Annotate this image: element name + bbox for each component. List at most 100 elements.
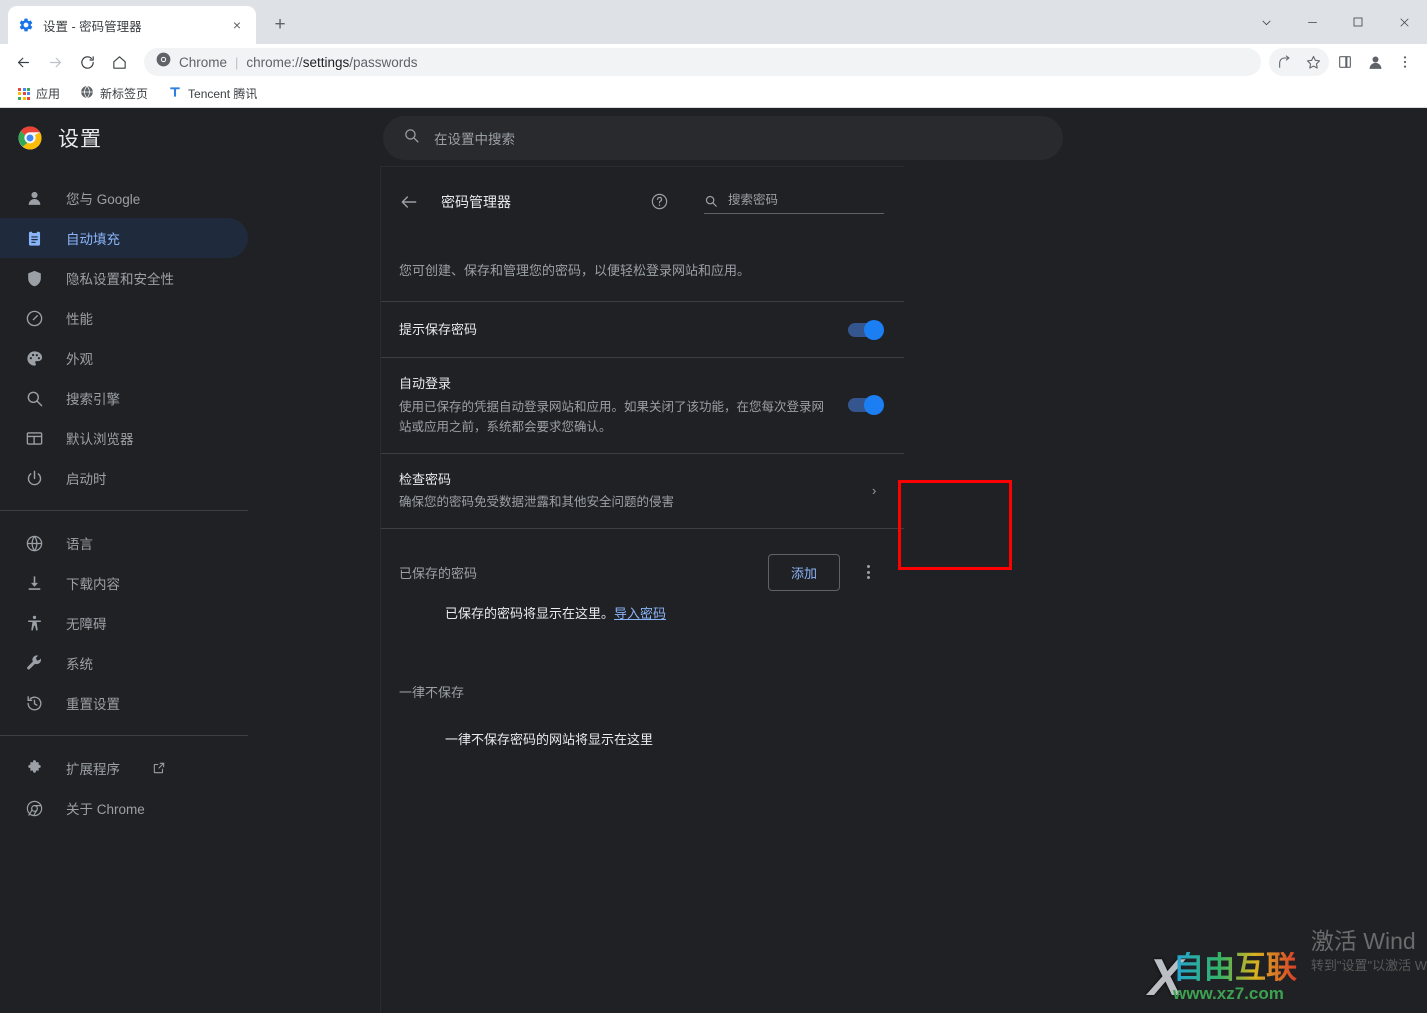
settings-search-placeholder: 在设置中搜索 xyxy=(434,132,515,147)
back-arrow-icon[interactable] xyxy=(8,47,38,77)
bookmark-item-apps[interactable]: 应用 xyxy=(10,82,68,105)
history-restore-icon xyxy=(24,693,44,713)
close-button[interactable] xyxy=(1381,0,1427,44)
sidebar-item-downloads[interactable]: 下载内容 xyxy=(0,563,248,603)
offer-to-save-toggle[interactable] xyxy=(848,319,884,340)
settings-search-input[interactable]: 在设置中搜索 xyxy=(383,116,1063,160)
search-icon xyxy=(704,194,718,208)
panel-header: 密码管理器 搜索密码 xyxy=(381,167,904,214)
settings-brand: 设置 xyxy=(0,123,380,153)
never-saved-empty-state: 一律不保存密码的网站将显示在这里 xyxy=(445,732,654,747)
add-button[interactable]: 添加 xyxy=(767,553,840,591)
more-menu-icon[interactable] xyxy=(1391,48,1419,76)
share-icon[interactable] xyxy=(1271,48,1299,76)
bookmark-label: Tencent 腾讯 xyxy=(188,87,258,101)
tab-close-icon[interactable]: × xyxy=(228,16,246,34)
profile-avatar-icon[interactable] xyxy=(1361,48,1389,76)
sidebar-item-autofill[interactable]: 自动填充 xyxy=(0,218,248,258)
panel-description: 您可创建、保存和管理您的密码，以便轻松登录网站和应用。 xyxy=(381,214,904,302)
setting-row-auto-signin[interactable]: 自动登录 使用已保存的凭据自动登录网站和应用。如果关闭了该功能，在您每次登录网站… xyxy=(381,358,904,454)
row-text: 自动登录 使用已保存的凭据自动登录网站和应用。如果关闭了该功能，在您每次登录网站… xyxy=(399,374,832,437)
sidebar-item-label: 外观 xyxy=(66,352,93,367)
settings-body: 您与 Google 自动填充 隐私设置和安全性 性能 外观 搜索引擎 默认浏览器… xyxy=(0,166,1427,1013)
autofill-clipboard-icon xyxy=(24,228,44,248)
kebab-dot xyxy=(866,565,870,568)
setting-row-offer-to-save[interactable]: 提示保存密码 xyxy=(381,302,904,358)
toggle-knob xyxy=(864,319,884,340)
sidebar-item-label: 关于 Chrome xyxy=(66,802,145,817)
omnibox-separator: | xyxy=(235,54,239,70)
bookmark-star-icon[interactable] xyxy=(1299,48,1327,76)
side-panel-icon[interactable] xyxy=(1331,48,1359,76)
row-title: 自动登录 xyxy=(399,376,452,391)
bookmark-item-newtab[interactable]: 新标签页 xyxy=(72,82,156,105)
sidebar-item-privacy-security[interactable]: 隐私设置和安全性 xyxy=(0,258,248,298)
sidebar-item-search-engine[interactable]: 搜索引擎 xyxy=(0,378,248,418)
row-text: 检查密码 确保您的密码免受数据泄露和其他安全问题的侵害 xyxy=(399,470,856,513)
browser-tab[interactable]: 设置 - 密码管理器 × xyxy=(8,6,256,44)
kebab-dot xyxy=(866,570,870,574)
speedometer-icon xyxy=(24,308,44,328)
globe-icon xyxy=(24,533,44,553)
bookmark-label: 新标签页 xyxy=(100,87,149,101)
setting-row-check-passwords[interactable]: 检查密码 确保您的密码免受数据泄露和其他安全问题的侵害 › xyxy=(381,454,904,529)
never-saved-label: 一律不保存 xyxy=(399,685,465,700)
sidebar-item-performance[interactable]: 性能 xyxy=(0,298,248,338)
sidebar-item-appearance[interactable]: 外观 xyxy=(0,338,248,378)
address-bar[interactable]: Chrome | chrome://settings/passwords xyxy=(144,48,1261,76)
never-saved-section: 一律不保存 一律不保存密码的网站将显示在这里 xyxy=(381,622,904,748)
saved-passwords-section: 已保存的密码 添加 已保存的密码将显示在这里。导入密码 xyxy=(381,529,904,622)
browser-window-icon xyxy=(24,428,44,448)
row-text: 提示保存密码 xyxy=(399,320,832,340)
power-icon xyxy=(24,468,44,488)
new-tab-button[interactable]: + xyxy=(266,11,294,39)
download-icon xyxy=(24,573,44,593)
kebab-dot xyxy=(866,576,870,579)
tab-search-button[interactable] xyxy=(1243,0,1289,44)
sidebar-item-about-chrome[interactable]: 关于 Chrome xyxy=(0,788,248,828)
sidebar-item-languages[interactable]: 语言 xyxy=(0,523,248,563)
maximize-button[interactable] xyxy=(1335,0,1381,44)
tab-title: 设置 - 密码管理器 xyxy=(43,19,142,34)
sidebar-item-you-and-google[interactable]: 您与 Google xyxy=(0,178,248,218)
auto-signin-toggle[interactable] xyxy=(848,395,884,416)
sidebar-item-accessibility[interactable]: 无障碍 xyxy=(0,603,248,643)
settings-gear-icon xyxy=(18,17,34,33)
row-subtitle: 确保您的密码免受数据泄露和其他安全问题的侵害 xyxy=(399,495,675,509)
help-circle-icon[interactable] xyxy=(650,192,670,212)
sidebar-item-reset-settings[interactable]: 重置设置 xyxy=(0,683,248,723)
omnibox-url: chrome://settings/passwords xyxy=(246,54,418,70)
password-search-input[interactable]: 搜索密码 xyxy=(704,189,884,214)
sidebar-item-label: 默认浏览器 xyxy=(66,432,134,447)
sidebar-item-label: 性能 xyxy=(66,312,93,327)
sidebar-item-extensions[interactable]: 扩展程序 xyxy=(0,748,248,788)
chrome-logo-icon xyxy=(18,126,42,150)
panel-title: 密码管理器 xyxy=(441,193,511,210)
sidebar-item-on-startup[interactable]: 启动时 xyxy=(0,458,248,498)
more-vertical-icon[interactable] xyxy=(854,558,882,586)
minimize-button[interactable] xyxy=(1289,0,1335,44)
sidebar-item-label: 重置设置 xyxy=(66,697,120,712)
import-passwords-link[interactable]: 导入密码 xyxy=(614,606,666,621)
page-right-empty-area xyxy=(904,166,1427,1013)
bookmark-item-tencent[interactable]: Tencent 腾讯 xyxy=(160,82,265,105)
sidebar-item-label: 下载内容 xyxy=(66,577,120,592)
settings-sidebar: 您与 Google 自动填充 隐私设置和安全性 性能 外观 搜索引擎 默认浏览器… xyxy=(0,166,380,1013)
reload-icon[interactable] xyxy=(72,47,102,77)
home-icon[interactable] xyxy=(104,47,134,77)
row-title: 提示保存密码 xyxy=(399,321,478,337)
forward-arrow-icon[interactable] xyxy=(40,47,70,77)
row-title: 检查密码 xyxy=(399,471,452,487)
password-search-placeholder: 搜索密码 xyxy=(728,193,779,207)
browser-window: 设置 - 密码管理器 × + Chrome | chrome://setting… xyxy=(0,0,1427,1013)
settings-top-bar: 设置 在设置中搜索 xyxy=(0,110,1427,166)
sidebar-item-default-browser[interactable]: 默认浏览器 xyxy=(0,418,248,458)
omnibox-actions xyxy=(1269,48,1329,76)
accessibility-icon xyxy=(24,613,44,633)
wrench-icon xyxy=(24,653,44,673)
back-arrow-icon[interactable] xyxy=(399,192,419,212)
sidebar-item-system[interactable]: 系统 xyxy=(0,643,248,683)
sidebar-item-label: 扩展程序 xyxy=(66,762,120,777)
globe-icon xyxy=(80,85,94,102)
shield-icon xyxy=(24,268,44,288)
